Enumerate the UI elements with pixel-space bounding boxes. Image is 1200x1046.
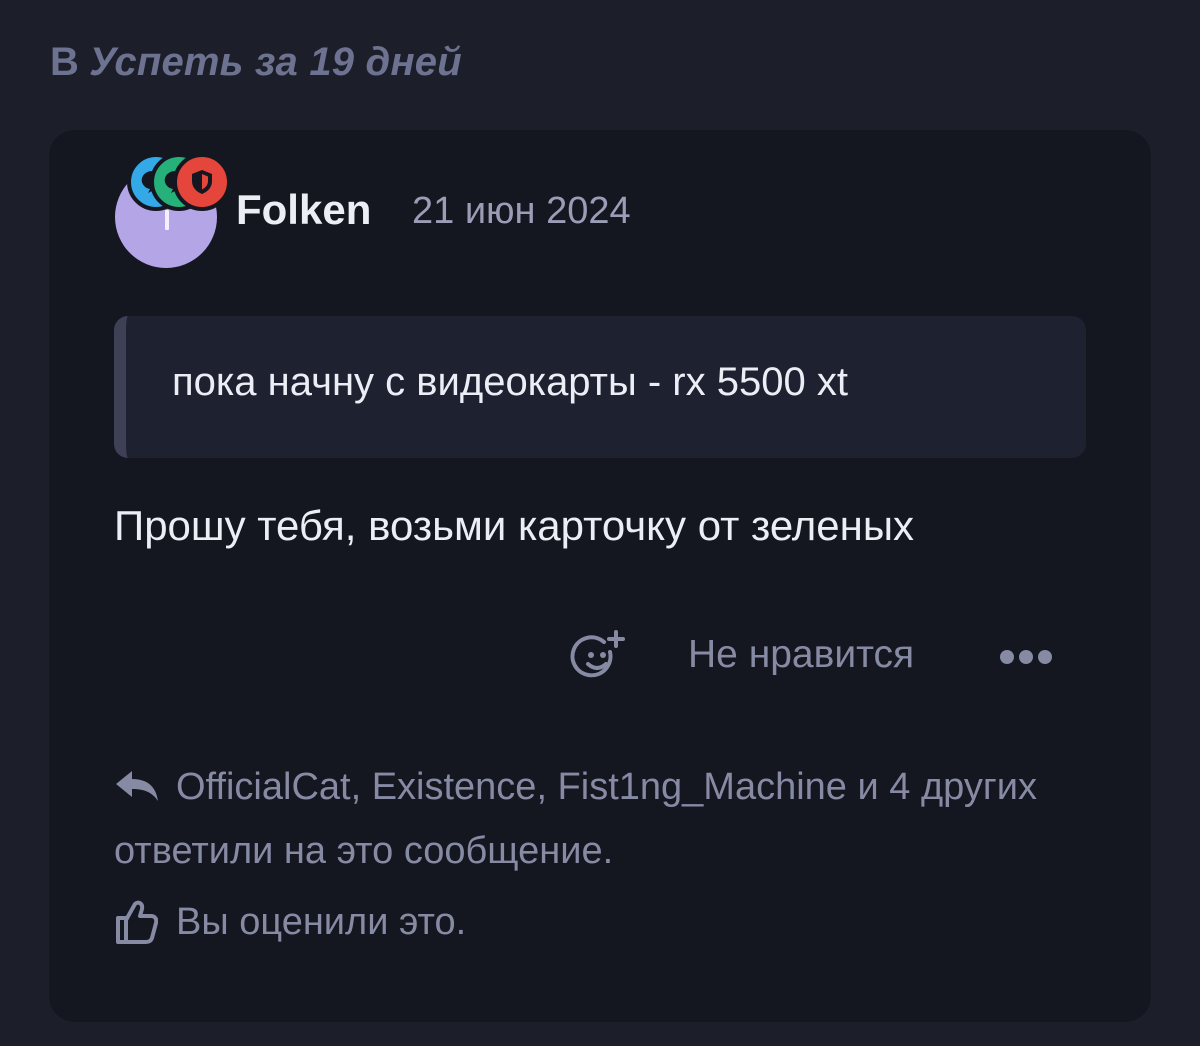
reaction-text: Вы оценили это. [176,900,467,943]
author-name[interactable]: Folken [236,186,371,234]
thread-title-link[interactable]: Успеть за 19 дней [89,40,462,85]
message-text: Прошу тебя, возьми карточку от зеленых [114,502,915,549]
thumbs-up-icon [116,900,158,944]
thread-title-prefix: В [50,40,80,84]
quote-text: пока начну с видеокарты - rx 5500 xt [172,360,848,404]
avatar-letter [165,210,169,230]
replies-summary[interactable]: OfficialCat, Existence, Fist1ng_Machine … [114,755,1074,883]
shield-badge-icon [173,153,231,211]
more-icon[interactable] [1000,646,1056,668]
reply-icon [116,771,158,801]
replies-text: OfficialCat, Existence, Fist1ng_Machine … [114,766,1037,872]
quote-block[interactable]: пока начну с видеокарты - rx 5500 xt [114,316,1086,458]
post-card [49,130,1151,1022]
dislike-button[interactable]: Не нравится [688,633,914,677]
reaction-summary[interactable]: Вы оценили это. [114,898,466,946]
thread-title[interactable]: В Успеть за 19 дней [50,40,462,85]
add-reaction-icon[interactable] [570,630,626,686]
post-date[interactable]: 21 июн 2024 [412,190,631,233]
